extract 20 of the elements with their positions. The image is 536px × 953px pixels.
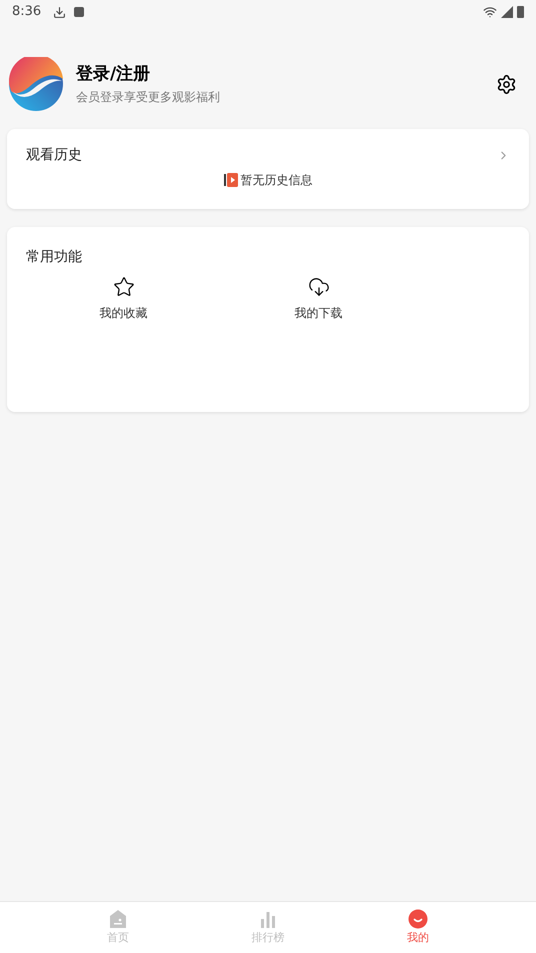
app-logo bbox=[9, 57, 63, 111]
download-icon bbox=[53, 6, 66, 18]
history-title[interactable]: 观看历史 bbox=[26, 145, 82, 166]
star-icon bbox=[112, 276, 134, 298]
nav-tab[interactable]: 我的 bbox=[398, 909, 438, 953]
cloud-download-icon bbox=[308, 276, 330, 298]
video-book-icon bbox=[224, 173, 238, 187]
status-time: 8:36 bbox=[12, 3, 42, 22]
login-subtitle: 会员登录享受更多观影福利 bbox=[76, 89, 220, 106]
feature-item[interactable]: 我的下载 bbox=[221, 276, 416, 322]
home-icon bbox=[108, 909, 128, 929]
bar-chart-icon bbox=[258, 909, 278, 929]
smile-icon bbox=[408, 909, 428, 929]
signal-icon bbox=[501, 6, 513, 18]
battery-icon bbox=[517, 6, 524, 18]
features-title: 常用功能 bbox=[26, 249, 82, 265]
feature-item[interactable]: 我的收藏 bbox=[26, 276, 221, 322]
empty-history-text: 暂无历史信息 bbox=[240, 172, 312, 189]
wifi-icon bbox=[483, 5, 497, 19]
login-title[interactable]: 登录/注册 bbox=[76, 62, 220, 86]
